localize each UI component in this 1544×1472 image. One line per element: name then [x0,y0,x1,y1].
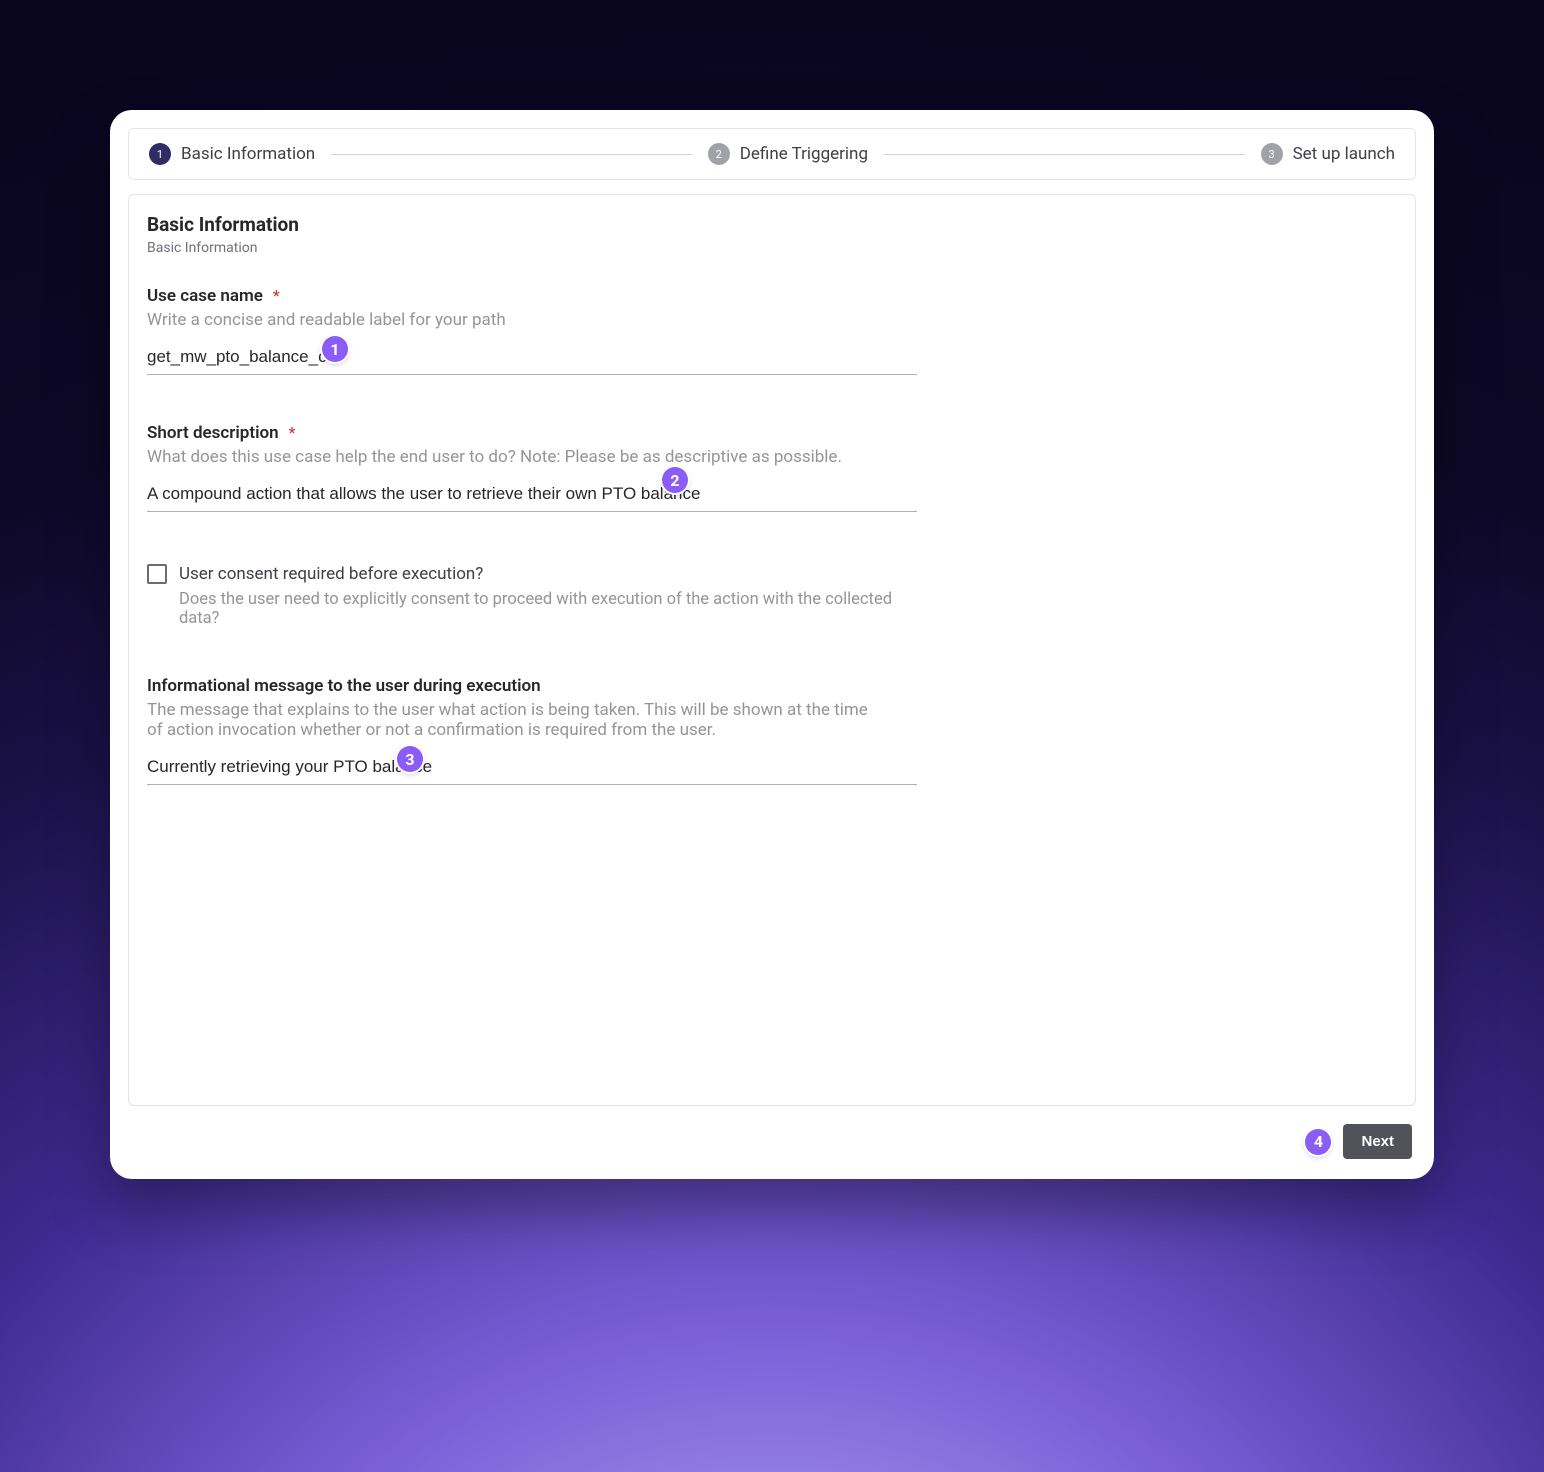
field-hint: The message that explains to the user wh… [147,700,877,740]
field-hint: What does this use case help the end use… [147,447,917,467]
step-number-3-icon: 3 [1261,143,1283,165]
field-user-consent: User consent required before execution? … [147,564,917,628]
annotation-badge-1-icon: 1 [322,336,348,362]
stepper-divider [331,154,692,155]
annotation-badge-4-icon: 4 [1305,1129,1331,1155]
field-label: Informational message to the user during… [147,676,541,696]
field-informational-message: Informational message to the user during… [147,676,917,785]
section-subtitle: Basic Information [147,240,1397,256]
user-consent-checkbox[interactable] [147,564,167,584]
annotation-badge-2-icon: 2 [662,467,688,493]
step-label: Set up launch [1293,144,1395,164]
step-number-1-icon: 1 [149,143,171,165]
step-label: Define Triggering [740,144,868,164]
step-set-up-launch[interactable]: 3 Set up launch [1261,143,1395,165]
field-hint: Write a concise and readable label for y… [147,310,917,330]
next-button[interactable]: Next [1343,1124,1412,1159]
checkbox-hint: Does the user need to explicitly consent… [179,590,917,628]
stepper-divider [884,154,1245,155]
field-label: Short description [147,423,279,443]
short-description-input[interactable] [147,477,917,512]
form-content: Basic Information Basic Information Use … [128,194,1416,1106]
step-label: Basic Information [181,144,315,164]
required-marker-icon: * [273,286,280,305]
checkbox-label: User consent required before execution? [179,564,483,584]
step-define-triggering[interactable]: 2 Define Triggering [708,143,868,165]
field-use-case-name: Use case name * Write a concise and read… [147,286,917,375]
use-case-name-input[interactable] [147,340,917,375]
stepper: 1 Basic Information 2 Define Triggering … [128,128,1416,180]
annotation-badge-3-icon: 3 [397,746,423,772]
informational-message-input[interactable] [147,750,917,785]
field-label: Use case name [147,286,263,306]
step-basic-information[interactable]: 1 Basic Information [149,143,315,165]
form-card: 1 Basic Information 2 Define Triggering … [110,110,1434,1179]
field-short-description: Short description * What does this use c… [147,423,917,512]
required-marker-icon: * [289,423,296,442]
form-footer: 4 Next [128,1112,1416,1161]
section-title: Basic Information [147,213,1397,236]
step-number-2-icon: 2 [708,143,730,165]
